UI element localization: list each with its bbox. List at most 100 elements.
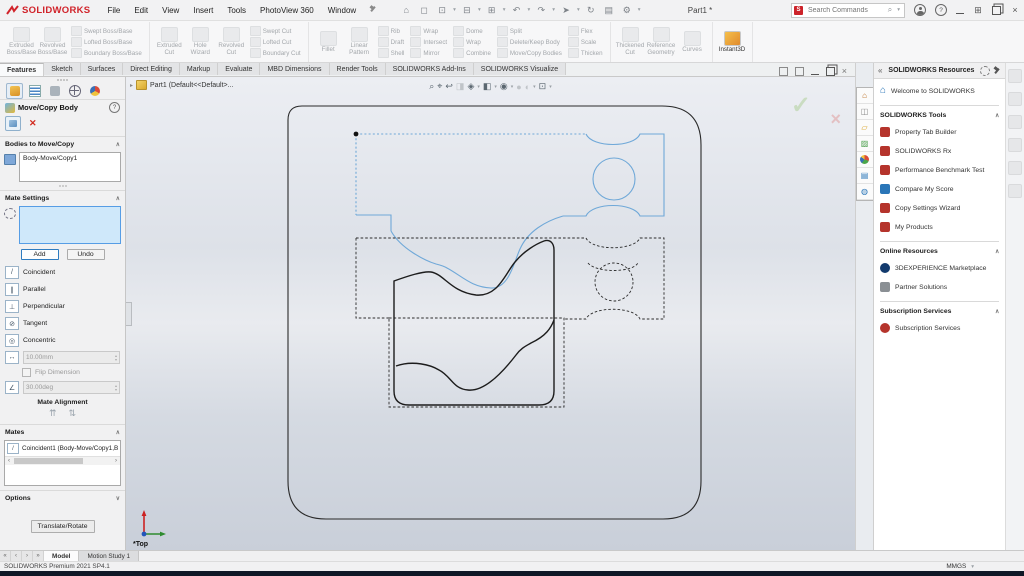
section-solidworks-tools[interactable]: SOLIDWORKS Tools∧ (880, 112, 999, 119)
ribbon-extruded-boss-base[interactable]: Extruded Boss/Base (6, 26, 37, 57)
save-icon[interactable]: ⊟ (458, 5, 476, 16)
menu-tools[interactable]: Tools (220, 4, 253, 17)
collapse-chevron-icon[interactable]: ∧ (995, 112, 999, 119)
pin-panel-icon[interactable] (993, 67, 1001, 75)
ribbon-draft[interactable]: Draft (378, 37, 405, 47)
resource-property-tab-builder[interactable]: Property Tab Builder (880, 127, 999, 137)
file-explorer-tab[interactable]: ▱ (857, 120, 873, 136)
scroll-right-icon[interactable]: › (112, 458, 120, 464)
box-resize-grip[interactable] (0, 184, 125, 188)
dropdown-caret-icon[interactable]: ▾ (494, 84, 497, 90)
dropdown-caret-icon[interactable]: ▾ (636, 7, 643, 13)
anti-aligned-icon[interactable]: ⇅ (69, 408, 77, 419)
redo-icon[interactable]: ↷ (532, 5, 550, 16)
ribbon-swept-boss-base[interactable]: Swept Boss/Base (71, 26, 142, 36)
layout-grid-button[interactable]: ⊞ (973, 5, 983, 16)
ribbon-hole-wizard[interactable]: Hole Wizard (185, 26, 216, 57)
add-button[interactable]: Add (21, 249, 59, 260)
breadcrumb[interactable]: ▸ Part1 (Default<<Default>... (130, 80, 233, 90)
confirm-cancel-icon[interactable]: × (830, 109, 841, 130)
ribbon-intersect[interactable]: Intersect (410, 37, 447, 47)
dropdown-caret-icon[interactable]: ▾ (511, 84, 514, 90)
view-palette-tab[interactable]: ▨ (857, 136, 873, 152)
dropdown-caret-icon[interactable]: ▾ (477, 84, 480, 90)
graphics-area[interactable]: ▸ Part1 (Default<<Default>... ⌕⌖↩◨◈▾◧▾◉▾… (126, 77, 855, 550)
dropdown-caret-icon[interactable]: ▾ (549, 84, 552, 90)
tab-mbd-dimensions[interactable]: MBD Dimensions (260, 63, 329, 75)
angle-input[interactable]: 30.00deg ▴▾ (23, 381, 120, 394)
ribbon-reference-geometry[interactable]: Reference Geometry (646, 26, 677, 57)
file-properties-icon[interactable]: ▤ (600, 5, 618, 16)
tab-nav-icon[interactable]: » (33, 551, 44, 561)
cancel-icon[interactable]: ✕ (29, 118, 37, 129)
custom-properties-tab[interactable]: ▤ (857, 168, 873, 184)
mate-settings-header[interactable]: Mate Settings ∧ (0, 193, 125, 204)
user-account-icon[interactable] (914, 4, 926, 16)
ribbon-thicken[interactable]: Thicken (568, 48, 603, 58)
rebuild-icon[interactable]: ↻ (582, 5, 600, 16)
previous-view-icon[interactable]: ↩ (445, 81, 453, 92)
mates-list-item[interactable]: /Coincident1 (Body-Move/Copy1,B (5, 441, 120, 456)
menu-file[interactable]: File (100, 4, 127, 17)
scrollbar-thumb[interactable] (14, 458, 83, 464)
horizontal-scrollbar[interactable]: ‹ › (5, 456, 120, 465)
hide-show-items-icon[interactable]: ◉ (500, 81, 508, 92)
print-icon[interactable]: ⊞ (483, 5, 501, 16)
ribbon-rib[interactable]: Rib (378, 26, 405, 36)
translate-rotate-button[interactable]: Translate/Rotate (31, 520, 95, 533)
section-online-resources[interactable]: Online Resources∧ (880, 248, 999, 255)
ribbon-combine[interactable]: Combine (453, 48, 491, 58)
new-document-icon[interactable]: ◻ (415, 5, 433, 16)
tab-markup[interactable]: Markup (180, 63, 218, 75)
menu-view[interactable]: View (155, 4, 186, 17)
ribbon-flex[interactable]: Flex (568, 26, 603, 36)
dropdown-caret-icon[interactable]: ▾ (575, 7, 582, 13)
distance-input[interactable]: 10.00mm ▴▾ (23, 351, 120, 364)
tab-surfaces[interactable]: Surfaces (81, 63, 124, 75)
tab-nav-icon[interactable]: › (22, 551, 33, 561)
doc-close-button[interactable]: × (842, 67, 847, 76)
ribbon-boundary-boss-base[interactable]: Boundary Boss/Base (71, 48, 142, 58)
ribbon-delete-keep-body[interactable]: Delete/Keep Body (497, 37, 562, 47)
options-gear-icon[interactable] (980, 66, 990, 76)
resource-3dexperience-marketplace[interactable]: 3DEXPERIENCE Marketplace (880, 263, 999, 273)
tab-direct-editing[interactable]: Direct Editing (123, 63, 180, 75)
menu-insert[interactable]: Insert (186, 4, 220, 17)
ribbon-extruded-cut[interactable]: Extruded Cut (154, 26, 185, 57)
resource-subscription-services[interactable]: Subscription Services (880, 323, 999, 333)
search-input[interactable] (806, 6, 885, 15)
zoom-to-fit-icon[interactable]: ⌕ (429, 81, 434, 92)
search-caret-icon[interactable]: ▾ (895, 7, 902, 13)
search-icon[interactable]: ⌕ (888, 5, 892, 15)
collapse-chevron-icon[interactable]: ∧ (116, 429, 120, 436)
ribbon-wrap[interactable]: Wrap (410, 26, 447, 36)
collapse-panel-icon[interactable]: « (878, 66, 882, 75)
ribbon-revolved-boss-base[interactable]: Revolved Boss/Base (37, 26, 68, 57)
mate-selection-box[interactable] (19, 206, 121, 244)
solidworks-resources-tab[interactable]: ⌂ (857, 88, 873, 104)
doc-page-icon[interactable] (779, 67, 788, 76)
dimxpertmanager-tab[interactable] (66, 83, 83, 99)
ribbon-instant3d[interactable]: Instant3D (717, 30, 748, 55)
dropdown-caret-icon[interactable]: ▾ (501, 7, 508, 13)
ribbon-mirror[interactable]: Mirror (410, 48, 447, 58)
body-item[interactable]: Body-Move/Copy1 (23, 155, 77, 162)
mate-type-tangent[interactable]: ⊘Tangent (0, 315, 125, 332)
tab-nav-icon[interactable]: « (0, 551, 11, 561)
undo-icon[interactable]: ↶ (507, 5, 525, 16)
pm-help-icon[interactable]: ? (109, 102, 120, 113)
ribbon-curves[interactable]: Curves (677, 30, 708, 55)
pin-menu-icon[interactable] (369, 6, 377, 14)
options-gear-icon[interactable]: ⚙ (618, 5, 636, 16)
section-view-icon[interactable]: ◨ (456, 81, 465, 92)
mate-type-concentric[interactable]: ◎Concentric (0, 332, 125, 349)
collapse-chevron-icon[interactable]: ∧ (995, 248, 999, 255)
edit-appearance-icon[interactable]: ● (516, 82, 521, 92)
ribbon-revolved-cut[interactable]: Revolved Cut (216, 26, 247, 57)
dropdown-caret-icon[interactable]: ▾ (525, 7, 532, 13)
ribbon-shell[interactable]: Shell (378, 48, 405, 58)
ribbon-scale[interactable]: Scale (568, 37, 603, 47)
forum-tab[interactable]: ◍ (857, 184, 873, 200)
constrained-drag-button[interactable] (5, 116, 21, 131)
ribbon-move-copy-bodies[interactable]: Move/Copy Bodies (497, 48, 562, 58)
